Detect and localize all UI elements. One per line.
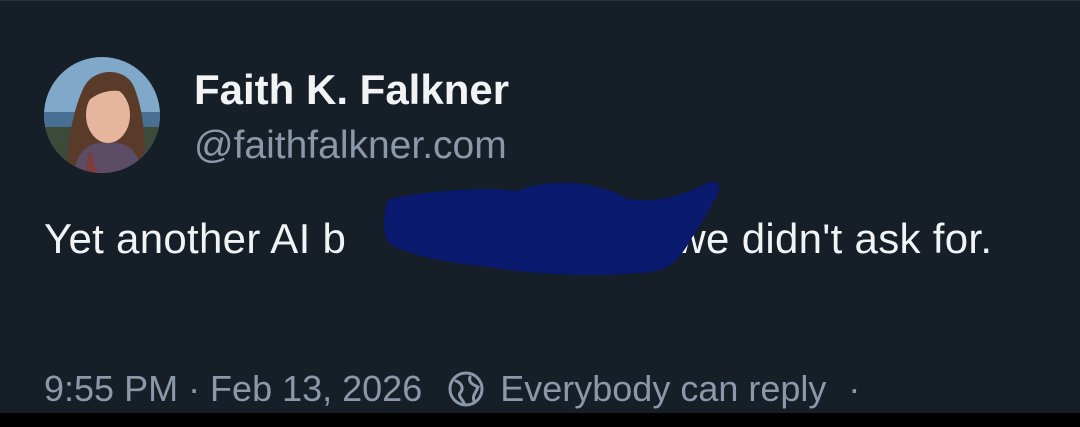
globe-icon xyxy=(446,369,486,409)
post-timestamp[interactable]: 9:55 PM · Feb 13, 2026 xyxy=(44,368,422,410)
post-text-before: Yet another AI b xyxy=(44,215,347,262)
meta-separator: · xyxy=(848,368,861,409)
reply-setting[interactable]: Everybody can reply xyxy=(500,368,826,410)
author-handle[interactable]: @faithfalkner.com xyxy=(194,122,507,170)
avatar-photo xyxy=(44,57,160,173)
author-name[interactable]: Faith K. Falkner xyxy=(194,65,509,115)
redaction-scribble xyxy=(383,181,720,275)
post-meta: 9:55 PM · Feb 13, 2026 Everybody can rep… xyxy=(44,364,860,414)
author-avatar[interactable] xyxy=(44,57,160,173)
post-card: Faith K. Falkner @faithfalkner.com Yet a… xyxy=(0,0,1080,413)
